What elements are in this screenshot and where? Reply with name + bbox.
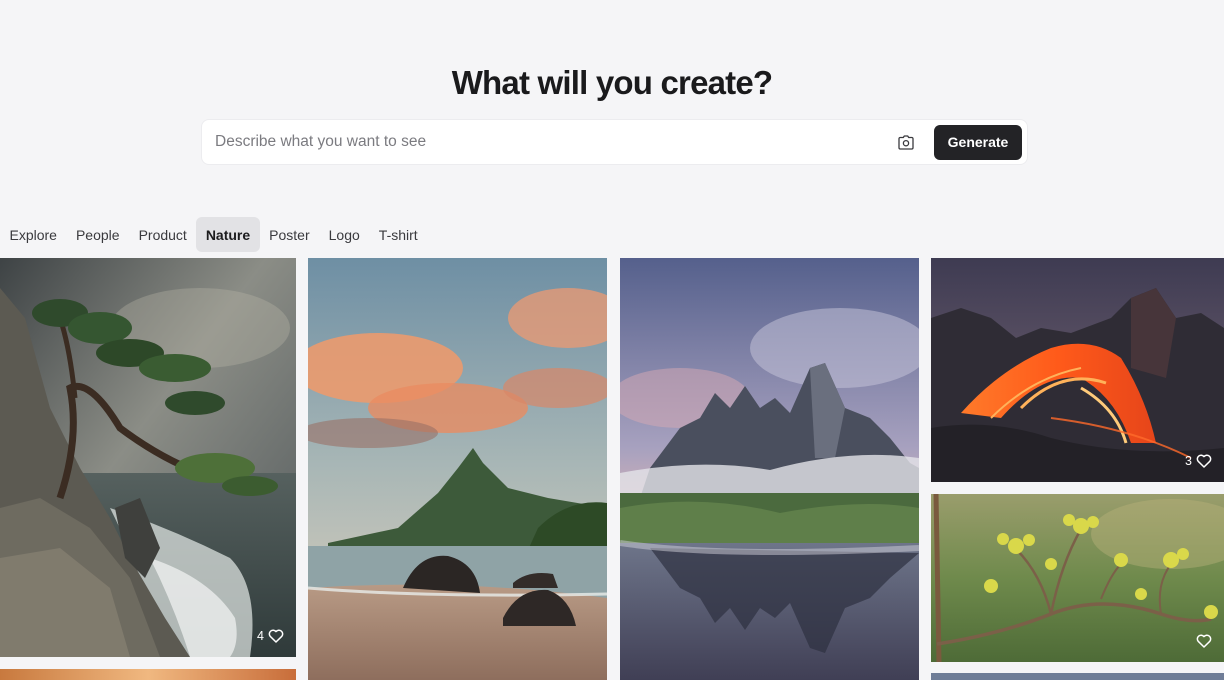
heart-icon: [1196, 454, 1212, 468]
like-counter[interactable]: 4: [257, 629, 284, 643]
tab-product[interactable]: Product: [129, 217, 196, 252]
like-counter[interactable]: [1192, 634, 1212, 648]
category-tabs: Explore People Product Nature Poster Log…: [0, 217, 427, 252]
lava-flow-image: [931, 258, 1224, 482]
generate-button[interactable]: Generate: [934, 124, 1022, 160]
prompt-bar: Generate: [201, 119, 1028, 165]
gallery-image-tropical-beach[interactable]: [308, 258, 607, 680]
tropical-beach-image: [308, 258, 607, 680]
cliff-pine-image: [0, 258, 296, 657]
gallery-image-budding-branch[interactable]: [931, 494, 1224, 662]
tab-explore[interactable]: Explore: [0, 217, 66, 252]
like-count: 4: [257, 629, 264, 643]
heart-icon: [1196, 634, 1212, 648]
gallery-image-sunset-peek[interactable]: [0, 669, 296, 680]
sky-peek-image: [931, 673, 1224, 680]
gallery-image-cliff-pine[interactable]: 4: [0, 258, 296, 657]
page-title: What will you create?: [451, 64, 773, 101]
like-counter[interactable]: 3: [1185, 454, 1212, 468]
camera-icon[interactable]: [893, 129, 919, 155]
sunset-peek-image: [0, 669, 296, 680]
tab-logo[interactable]: Logo: [319, 217, 369, 252]
gallery-image-lava-flow[interactable]: 3: [931, 258, 1224, 482]
gallery-image-sky-peek[interactable]: [931, 673, 1224, 680]
tab-nature[interactable]: Nature: [196, 217, 260, 252]
heart-icon: [268, 629, 284, 643]
prompt-input[interactable]: [202, 120, 893, 164]
tab-poster[interactable]: Poster: [260, 217, 319, 252]
tab-tshirt[interactable]: T-shirt: [369, 217, 427, 252]
gallery-image-mountain-lake[interactable]: [620, 258, 919, 680]
mountain-lake-image: [620, 258, 919, 680]
tab-people[interactable]: People: [66, 217, 129, 252]
like-count: 3: [1185, 454, 1192, 468]
budding-branch-image: [931, 494, 1224, 662]
